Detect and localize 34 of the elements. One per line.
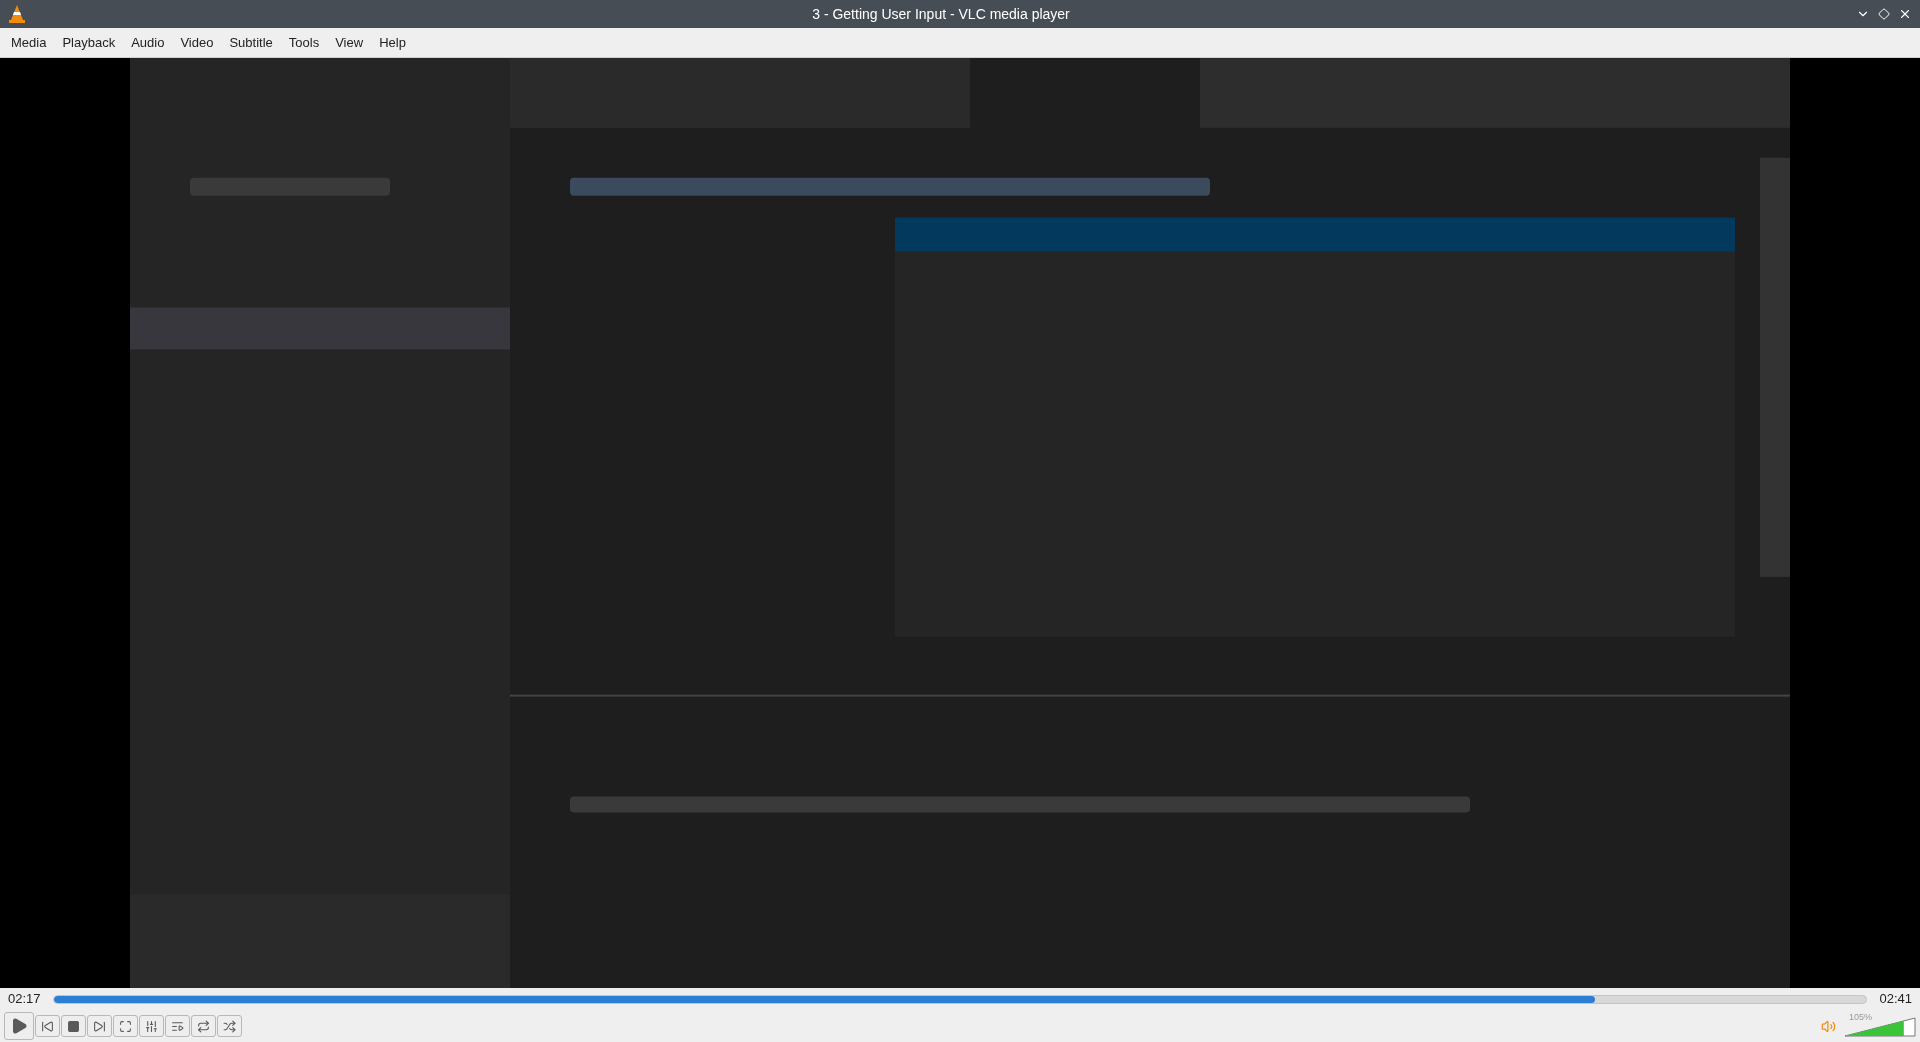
previous-icon	[41, 1019, 54, 1033]
loop-icon	[197, 1019, 210, 1033]
shuffle-button[interactable]	[217, 1015, 242, 1037]
menu-item[interactable]: View	[327, 32, 372, 53]
menu-item[interactable]: Playback	[54, 32, 124, 53]
play-icon	[10, 1017, 28, 1035]
close-icon[interactable]	[1898, 7, 1912, 21]
next-button[interactable]	[87, 1015, 112, 1037]
sliders-icon	[145, 1019, 158, 1033]
stop-button[interactable]	[61, 1015, 86, 1037]
loop-button[interactable]	[191, 1015, 216, 1037]
window-title: 3 - Getting User Input - VLC media player	[811, 4, 1071, 24]
playlist-button[interactable]	[165, 1015, 190, 1037]
menu-item[interactable]: Subtitle	[221, 32, 281, 53]
stop-icon	[67, 1019, 80, 1033]
shuffle-icon	[223, 1019, 236, 1033]
elapsed-time: 02:17	[8, 990, 41, 1009]
menu-item[interactable]: Tools	[280, 32, 328, 53]
settings-button[interactable]	[139, 1015, 164, 1037]
next-icon	[93, 1019, 106, 1033]
menu-item[interactable]: Audio	[123, 32, 173, 53]
seek-bar[interactable]	[52, 994, 1868, 1004]
menu-item[interactable]: Help	[371, 32, 414, 53]
traffic-cone-icon	[8, 4, 26, 24]
volume-reading: 105%	[1849, 1011, 1873, 1024]
menu-item[interactable]: Video	[172, 32, 222, 53]
fullscreen-icon	[119, 1019, 132, 1033]
playlist-icon	[171, 1019, 184, 1033]
total-time: 02:41	[1879, 990, 1912, 1009]
menu-item[interactable]: Media	[3, 32, 55, 53]
maximize-icon[interactable]	[1878, 8, 1890, 20]
play-button[interactable]	[4, 1012, 34, 1040]
fullscreen-button[interactable]	[113, 1015, 138, 1037]
previous-button[interactable]	[35, 1015, 60, 1037]
